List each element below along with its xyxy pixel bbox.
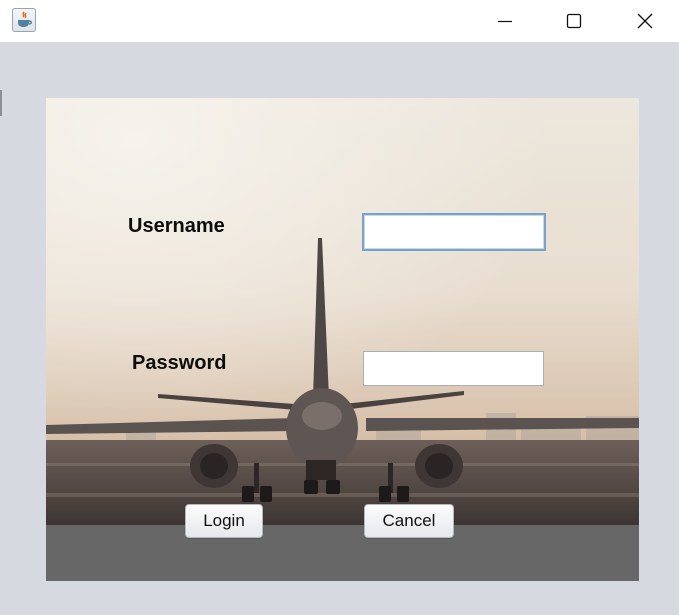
username-field[interactable] xyxy=(362,213,546,251)
java-app-icon[interactable] xyxy=(12,8,36,32)
password-label: Password xyxy=(132,352,227,374)
login-button[interactable]: Login xyxy=(185,504,263,538)
password-field[interactable] xyxy=(363,351,544,386)
title-bar xyxy=(0,0,679,42)
window-edge xyxy=(0,90,2,116)
cancel-button[interactable]: Cancel xyxy=(364,504,454,538)
username-label: Username xyxy=(128,215,225,237)
minimize-button[interactable] xyxy=(482,0,528,42)
close-button[interactable] xyxy=(622,0,668,42)
maximize-icon xyxy=(566,13,582,29)
airplane-background-image xyxy=(46,98,639,528)
close-icon xyxy=(637,13,653,29)
maximize-button[interactable] xyxy=(551,0,597,42)
minimize-icon xyxy=(498,20,512,23)
login-panel: Username Password Login Cancel xyxy=(46,98,639,581)
bottom-band xyxy=(46,525,639,581)
